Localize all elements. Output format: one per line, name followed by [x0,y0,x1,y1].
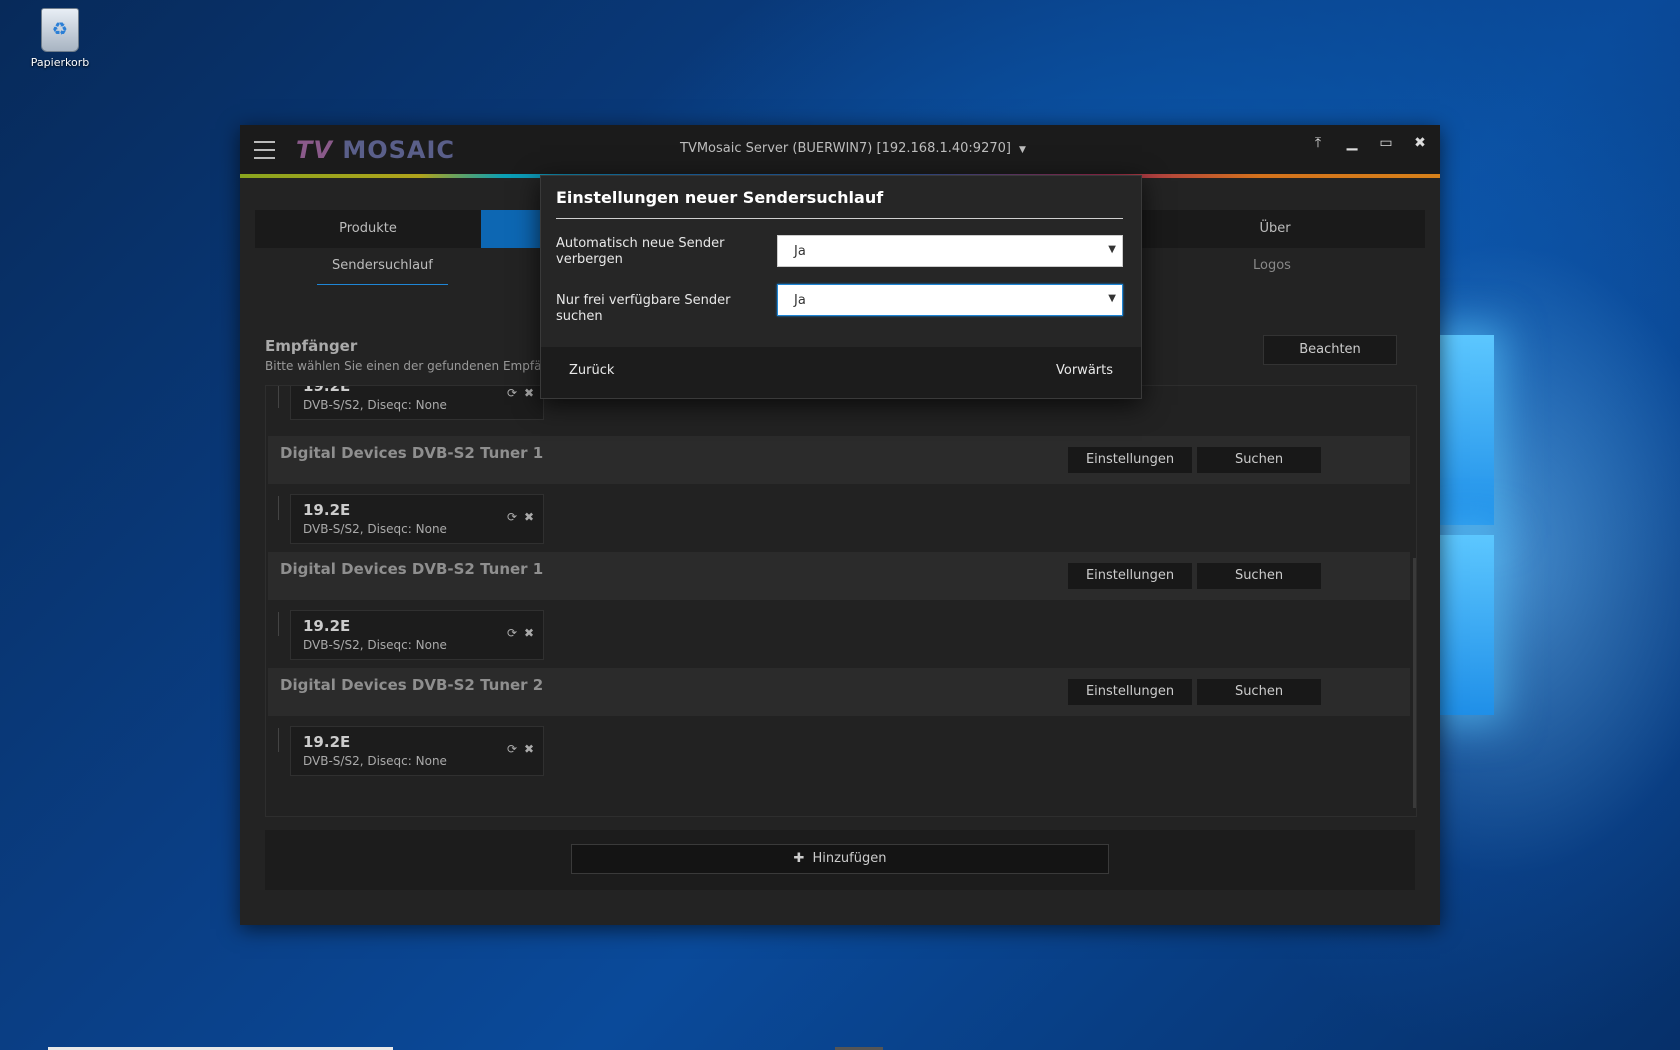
next-button[interactable]: Vorwärts [1056,363,1113,378]
refresh-icon[interactable]: ⟳ [507,386,517,400]
refresh-icon[interactable]: ⟳ [507,510,517,524]
tuner-scan-button[interactable]: Suchen [1197,679,1321,705]
tuner-row: Digital Devices DVB-S2 Tuner 1 Einstellu… [268,436,1410,484]
tuner-settings-button[interactable]: Einstellungen [1068,447,1192,473]
wallpaper-light-panel [1440,535,1494,715]
pin-icon[interactable]: ⤒ [1306,133,1330,153]
tree-connector [278,728,279,752]
tuner-name: Digital Devices DVB-S2 Tuner 1 [280,444,544,462]
source-orbital: 19.2E [303,385,351,395]
source-orbital: 19.2E [303,617,351,635]
tree-connector [278,496,279,520]
add-receiver-button[interactable]: ✚ Hinzufügen [571,844,1109,874]
free-channels-only-label: Nur frei verfügbare Sender suchen [556,293,731,324]
scan-settings-dialog: Einstellungen neuer Sendersuchlauf Autom… [540,175,1142,399]
subtab-logos[interactable]: Logos [1253,258,1291,273]
dropdown-arrow-icon: ▼ [1108,293,1116,304]
source-card[interactable]: 19.2E DVB-S/S2, Diseqc: None ⟳ ✖ [290,610,544,660]
wallpaper-light-panel [1440,335,1494,525]
hide-new-channels-select[interactable]: Ja ▼ [777,235,1123,267]
plus-icon: ✚ [793,851,805,866]
dialog-title: Einstellungen neuer Sendersuchlauf [556,188,884,207]
refresh-icon[interactable]: ⟳ [507,626,517,640]
recycle-bin-icon: ♻ [41,8,79,52]
server-selector[interactable]: TVMosaic Server (BUERWIN7) [192.168.1.40… [680,141,1026,156]
delete-icon[interactable]: ✖ [524,386,534,400]
back-button[interactable]: Zurück [569,363,614,378]
source-orbital: 19.2E [303,733,351,751]
section-title: Empfänger [265,337,358,355]
tree-connector [278,612,279,636]
recycle-bin-label: Papierkorb [30,56,90,69]
source-description: DVB-S/S2, Diseqc: None [303,522,447,536]
tuner-name: Digital Devices DVB-S2 Tuner 1 [280,560,544,578]
title-bar: TV MOSAIC TVMosaic Server (BUERWIN7) [19… [240,125,1440,175]
tab-ueber[interactable]: Über [1125,210,1425,248]
source-card[interactable]: 19.2E DVB-S/S2, Diseqc: None ⟳ ✖ [290,385,544,420]
source-card[interactable]: 19.2E DVB-S/S2, Diseqc: None ⟳ ✖ [290,726,544,776]
tree-connector [278,386,279,408]
tuner-scan-button[interactable]: Suchen [1197,447,1321,473]
close-icon[interactable]: ✖ [1408,133,1432,153]
list-scrollbar[interactable] [1413,558,1416,808]
tuner-settings-button[interactable]: Einstellungen [1068,563,1192,589]
dialog-divider [556,218,1123,219]
hide-new-channels-label: Automatisch neue Sender verbergen [556,236,725,267]
tuner-name: Digital Devices DVB-S2 Tuner 2 [280,676,544,694]
app-logo: TV MOSAIC [296,136,455,164]
hamburger-menu-icon[interactable] [254,141,275,159]
source-card[interactable]: 19.2E DVB-S/S2, Diseqc: None ⟳ ✖ [290,494,544,544]
source-description: DVB-S/S2, Diseqc: None [303,398,447,412]
recycle-bin-shortcut[interactable]: ♻ Papierkorb [28,8,92,69]
maximize-icon[interactable]: ▭ [1374,133,1398,153]
add-bar: ✚ Hinzufügen [265,830,1415,890]
dialog-footer: Zurück Vorwärts [541,347,1141,398]
refresh-icon[interactable]: ⟳ [507,742,517,756]
tab-produkte[interactable]: Produkte [255,210,481,248]
delete-icon[interactable]: ✖ [524,626,534,640]
free-channels-only-select[interactable]: Ja ▼ [777,284,1123,316]
beachten-button[interactable]: Beachten [1263,335,1397,365]
dropdown-arrow-icon: ▼ [1108,244,1116,255]
minimize-icon[interactable]: ▁ [1340,133,1364,153]
delete-icon[interactable]: ✖ [524,510,534,524]
chevron-down-icon: ▼ [1018,145,1026,155]
tuner-row: Digital Devices DVB-S2 Tuner 2 Einstellu… [268,668,1410,716]
tuner-row: Digital Devices DVB-S2 Tuner 1 Einstellu… [268,552,1410,600]
section-subtitle: Bitte wählen Sie einen der gefundenen Em… [265,359,542,373]
receiver-list: 19.2E DVB-S/S2, Diseqc: None ⟳ ✖ Digital… [265,385,1417,817]
tuner-settings-button[interactable]: Einstellungen [1068,679,1192,705]
source-description: DVB-S/S2, Diseqc: None [303,754,447,768]
delete-icon[interactable]: ✖ [524,742,534,756]
source-orbital: 19.2E [303,501,351,519]
subtab-sendersuchlauf[interactable]: Sendersuchlauf [317,258,448,285]
source-description: DVB-S/S2, Diseqc: None [303,638,447,652]
tuner-scan-button[interactable]: Suchen [1197,563,1321,589]
